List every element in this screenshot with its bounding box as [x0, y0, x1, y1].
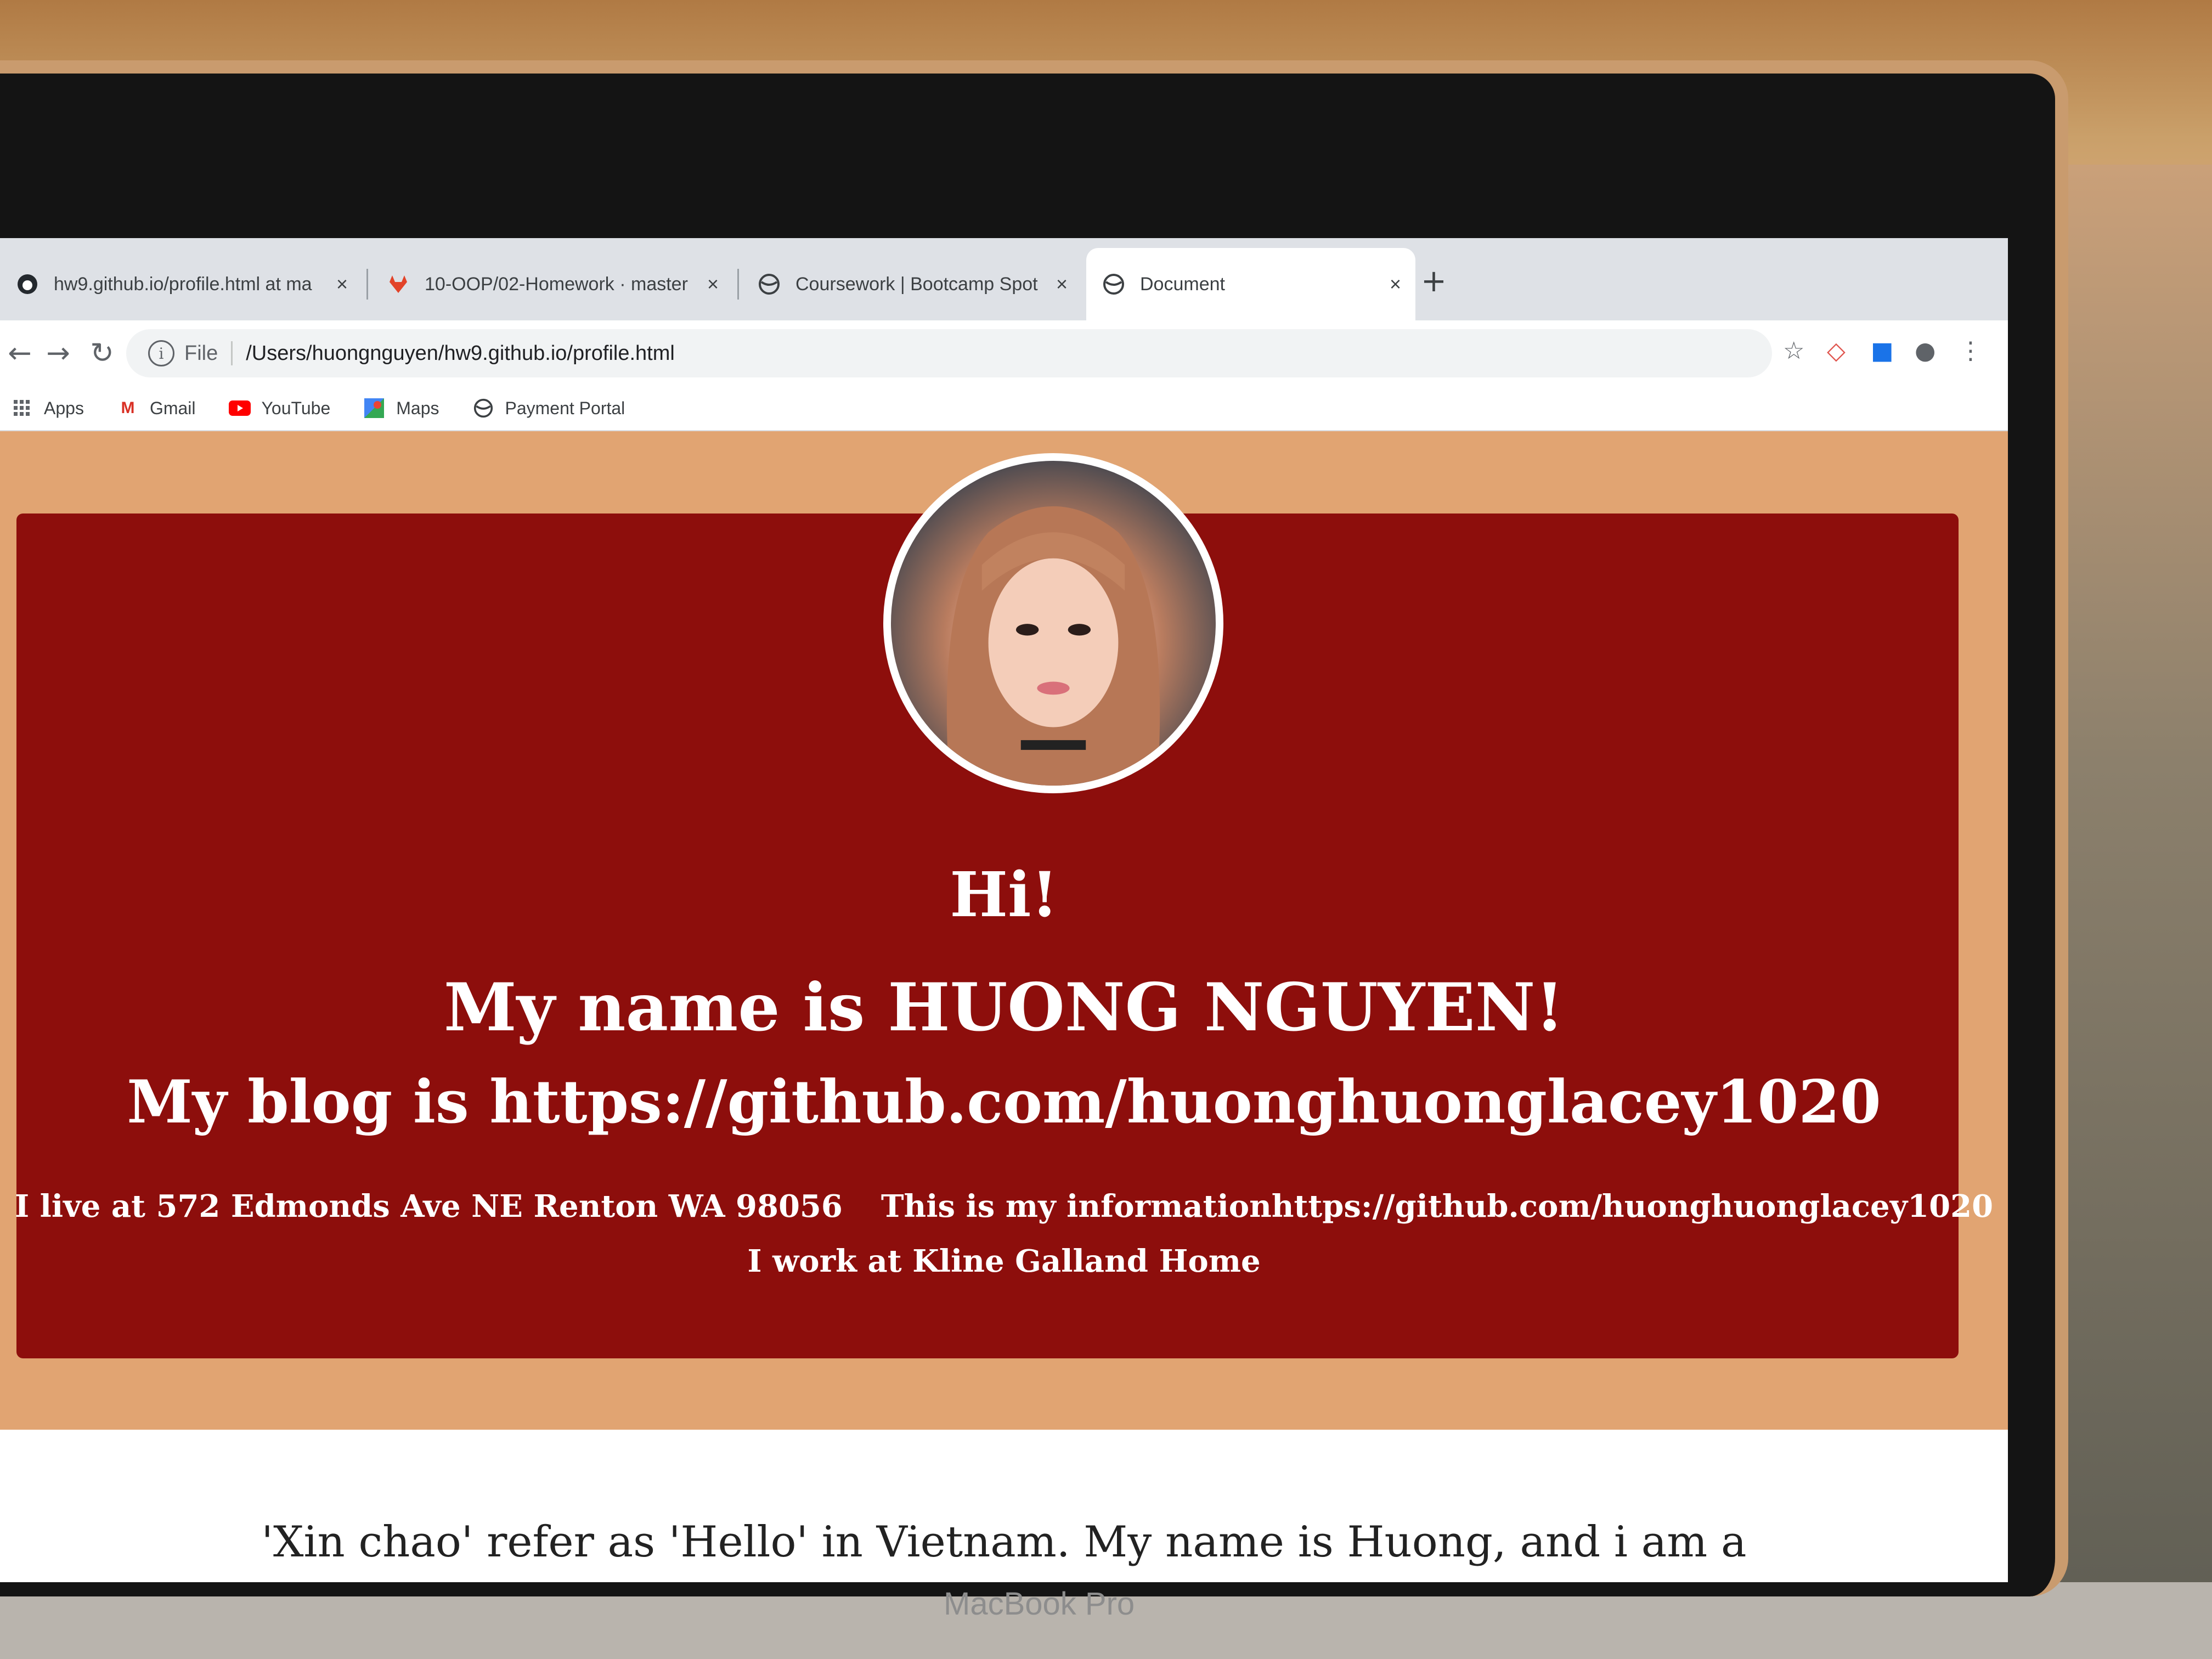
bookmark-label: Maps [396, 398, 439, 418]
work-text: I work at Kline Galland Home [747, 1243, 1261, 1279]
address-bar[interactable]: i File /Users/huongnguyen/hw9.github.io/… [126, 329, 1772, 377]
close-tab-icon[interactable]: × [1390, 273, 1401, 296]
globe-icon [757, 272, 781, 296]
web-page: Hi! My name is HUONG NGUYEN! My blog is … [0, 431, 2008, 1582]
extension-icon[interactable]: ◇ [1827, 337, 1846, 365]
globe-icon [472, 398, 494, 418]
apps-grid-icon [11, 399, 33, 417]
close-tab-icon[interactable]: × [707, 273, 719, 296]
close-tab-icon[interactable]: × [1056, 273, 1068, 296]
tab-document[interactable]: Document × [1086, 248, 1415, 320]
profile-photo [883, 453, 1223, 793]
tab-coursework[interactable]: Coursework | Bootcamp Spot × [742, 248, 1082, 320]
address-text: I live at 572 Edmonds Ave NE Renton WA 9… [14, 1188, 843, 1224]
bookmark-apps[interactable]: Apps [11, 398, 84, 419]
profile-avatar-icon[interactable]: ● [1915, 337, 1936, 365]
intro-paragraph: 'Xin chao' refer as 'Hello' in Vietnam. … [261, 1517, 1747, 1567]
bookmark-label: YouTube [261, 398, 331, 418]
bookmark-star-icon[interactable]: ☆ [1783, 337, 1804, 365]
laptop-screen: hw9.github.io/profile.html at ma × 10-OO… [0, 238, 2008, 1582]
tab-divider [366, 269, 368, 300]
bookmarks-bar: Apps M Gmail YouTube Maps Payment Portal [0, 386, 2008, 431]
gmail-icon: M [121, 399, 135, 417]
github-icon [15, 272, 40, 296]
browser-toolbar: ← → ↻ i File /Users/huongnguyen/hw9.gith… [0, 320, 2008, 387]
name-heading: My name is HUONG NGUYEN! [443, 969, 1565, 1046]
back-arrow-icon[interactable]: ← [0, 334, 40, 373]
new-tab-button[interactable]: + [1421, 263, 1447, 299]
tab-title: Document [1140, 273, 1225, 295]
tab-strip: hw9.github.io/profile.html at ma × 10-OO… [0, 238, 2008, 320]
address-url[interactable]: /Users/huongnguyen/hw9.github.io/profile… [246, 342, 675, 365]
tab-title: hw9.github.io/profile.html at ma [54, 273, 312, 295]
bookmark-maps[interactable]: Maps [363, 398, 439, 419]
blog-heading: My blog is https://github.com/huonghuong… [127, 1068, 1881, 1137]
maps-icon [363, 398, 385, 418]
bookmark-youtube[interactable]: YouTube [228, 398, 331, 419]
greeting-heading: Hi! [950, 859, 1058, 931]
tab-divider [737, 269, 739, 300]
bookmark-payment-portal[interactable]: Payment Portal [472, 398, 625, 419]
address-divider [231, 341, 233, 365]
globe-icon [1102, 272, 1126, 296]
youtube-icon [228, 399, 251, 417]
forward-arrow-icon[interactable]: → [38, 334, 78, 373]
tab-title: 10-OOP/02-Homework · master [425, 273, 688, 295]
bookmark-label: Payment Portal [505, 398, 625, 418]
bookmark-gmail[interactable]: M Gmail [117, 398, 196, 419]
reload-icon[interactable]: ↻ [82, 334, 122, 373]
tab-github-profile[interactable]: hw9.github.io/profile.html at ma × [0, 248, 362, 320]
gitlab-icon [386, 272, 410, 296]
address-scheme-label: File [184, 341, 218, 365]
information-link[interactable]: This is my informationhttps://github.com… [881, 1188, 1993, 1224]
info-row: I live at 572 Edmonds Ave NE Renton WA 9… [0, 1188, 2008, 1224]
device-brand-label: MacBook Pro [944, 1586, 1135, 1622]
close-tab-icon[interactable]: × [336, 273, 348, 296]
menu-kebab-icon[interactable]: ⋮ [1959, 337, 1983, 365]
tab-title: Coursework | Bootcamp Spot [795, 273, 1038, 295]
color-picker-extension-icon[interactable]: ■ [1871, 337, 1894, 365]
laptop-lid: hw9.github.io/profile.html at ma × 10-OO… [0, 60, 2068, 1596]
bookmark-label: Gmail [149, 398, 196, 418]
bookmark-label: Apps [44, 398, 84, 418]
info-icon[interactable]: i [148, 340, 174, 366]
tab-gitlab-homework[interactable]: 10-OOP/02-Homework · master × [371, 248, 733, 320]
